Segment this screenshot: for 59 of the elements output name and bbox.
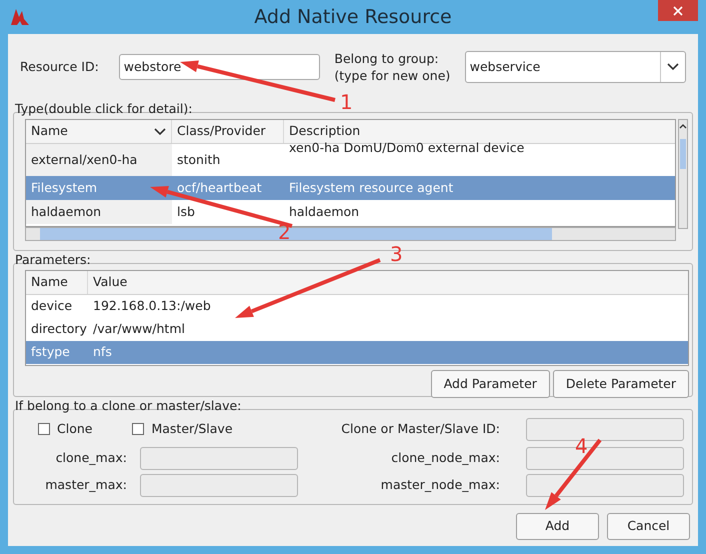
- chevron-down-icon: [154, 128, 166, 136]
- table-row[interactable]: device 192.168.0.13:/web: [26, 295, 688, 318]
- table-cell-text: fstype: [30, 343, 71, 362]
- field-label: (type for new one): [334, 67, 452, 84]
- dialog-button[interactable]: Cancel: [607, 513, 690, 540]
- table-cell-text: /var/www/html: [92, 320, 186, 338]
- app-logo-icon: [10, 8, 30, 26]
- field-label: master_max:: [44, 476, 128, 494]
- group-title: Type(double click for detail):: [14, 102, 192, 116]
- group-title: If belong to a clone or master/slave:: [14, 399, 242, 413]
- table-cell-text: haldaemon: [288, 202, 360, 221]
- resource-id-field[interactable]: webstore: [118, 54, 320, 80]
- table-cell-text: device: [30, 297, 74, 316]
- table-cell-text: 192.168.0.13:/web: [92, 297, 212, 316]
- table-cell: haldaemon: [26, 200, 172, 224]
- field-label: master_node_max:: [380, 476, 501, 494]
- table-row[interactable]: directory /var/www/html: [26, 318, 688, 341]
- vertical-scrollbar[interactable]: [678, 119, 688, 229]
- column-header[interactable]: Value: [88, 271, 688, 294]
- field-label: Clone or Master/Slave ID:: [341, 420, 501, 438]
- group-combo-box[interactable]: webservice: [464, 51, 686, 83]
- table-cell-text: Filesystem: [30, 178, 98, 197]
- annotation-number: 4: [575, 436, 588, 456]
- text-field[interactable]: [526, 474, 684, 497]
- checkbox[interactable]: [38, 423, 50, 435]
- parameter-button[interactable]: Add Parameter: [430, 370, 550, 398]
- dialog-button[interactable]: Add: [516, 513, 599, 540]
- table-cell: external/xen0-ha: [26, 144, 172, 176]
- table-cell-text: directory: [30, 320, 88, 338]
- checkbox-label: Clone: [57, 420, 92, 438]
- close-button[interactable]: [658, 0, 698, 21]
- scrollbar-thumb[interactable]: [680, 139, 686, 169]
- checkbox-label: Master/Slave: [151, 420, 233, 438]
- annotation-number: 3: [390, 244, 403, 264]
- table-cell-text: nfs: [92, 343, 113, 362]
- table-row[interactable]: haldaemon lsb haldaemon: [26, 200, 675, 224]
- scroll-up-icon[interactable]: [679, 124, 687, 129]
- column-header[interactable]: Name: [26, 271, 88, 294]
- column-header[interactable]: Class/Provider: [172, 120, 284, 143]
- chevron-down-icon: [667, 63, 680, 71]
- group-title: Parameters:: [14, 253, 91, 267]
- annotation-arrow: [545, 438, 602, 510]
- checkbox[interactable]: [132, 423, 144, 435]
- text-field[interactable]: [140, 474, 298, 497]
- parameter-button[interactable]: Delete Parameter: [552, 370, 689, 398]
- text-field[interactable]: [140, 447, 298, 470]
- close-icon: [673, 6, 683, 16]
- field-label: Resource ID:: [20, 58, 100, 76]
- field-label: Belong to group:: [334, 50, 440, 67]
- table-cell-text: ocf/heartbeat: [176, 178, 263, 197]
- table-cell-text: Filesystem resource agent: [288, 178, 454, 197]
- window-title: Add Native Resource: [254, 4, 452, 30]
- field-label: clone_max:: [54, 449, 128, 468]
- table-cell-text: lsb: [176, 202, 196, 221]
- field-label: clone_node_max:: [391, 449, 501, 468]
- table-cell-text: stonith: [176, 150, 222, 169]
- annotation-number: 1: [340, 92, 353, 112]
- column-header[interactable]: Description: [284, 120, 675, 143]
- column-header[interactable]: Name: [26, 120, 172, 143]
